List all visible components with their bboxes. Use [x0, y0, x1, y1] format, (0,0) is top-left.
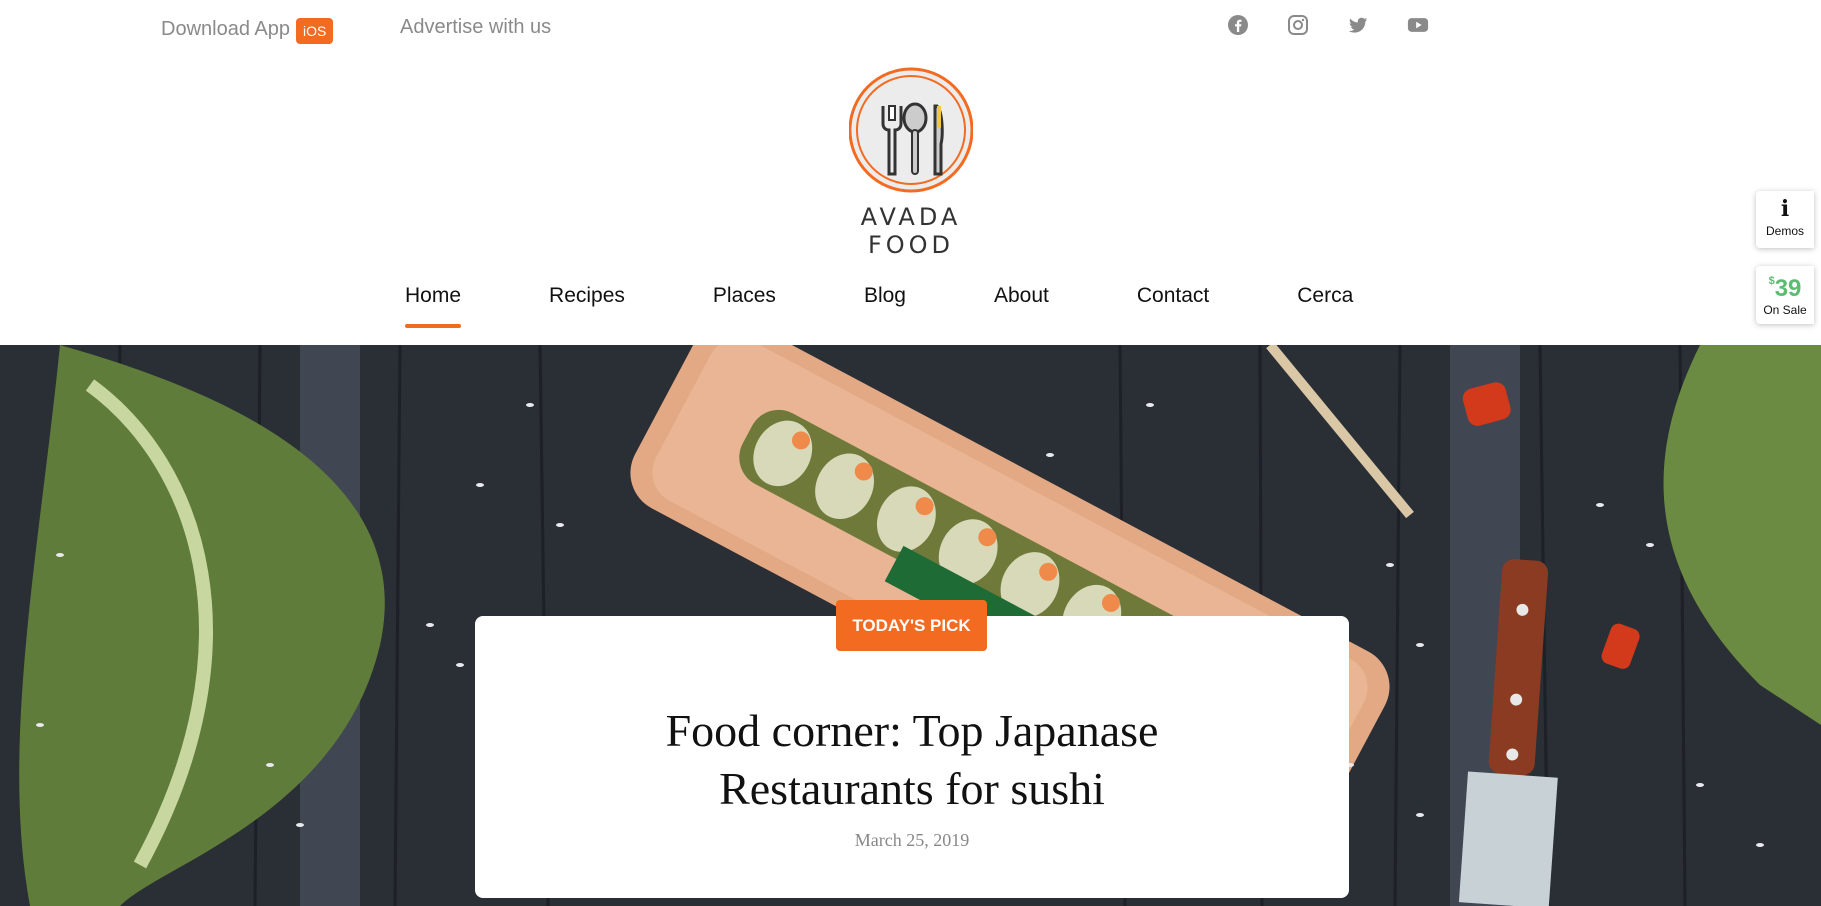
nav-item-about[interactable]: About: [994, 284, 1049, 328]
article-date: March 25, 2019: [854, 830, 970, 850]
youtube-icon[interactable]: [1407, 14, 1429, 36]
main-nav: Home Recipes Places Blog About Contact C…: [405, 284, 1353, 328]
price-value: 39: [1774, 275, 1802, 302]
site-logo[interactable]: AVADA FOOD: [821, 66, 1001, 259]
cutlery-logo-icon: [849, 67, 973, 193]
nav-item-home[interactable]: Home: [405, 284, 462, 328]
article-title-line-1[interactable]: Food corner: Top Japanase: [475, 702, 1349, 760]
featured-article-card[interactable]: Food corner: Top Japanase Restaurants fo…: [475, 616, 1349, 898]
twitter-icon[interactable]: [1347, 14, 1369, 36]
nav-item-recipes[interactable]: Recipes: [549, 284, 625, 328]
nav-item-places[interactable]: Places: [713, 284, 776, 328]
demos-button[interactable]: i Demos: [1756, 191, 1814, 248]
nav-item-cerca[interactable]: Cerca: [1297, 284, 1353, 328]
advertise-link[interactable]: Advertise with us: [400, 16, 551, 38]
todays-pick-badge[interactable]: TODAY'S PICK: [836, 600, 987, 651]
info-icon: i: [1780, 196, 1790, 222]
ios-badge[interactable]: iOS: [295, 18, 334, 44]
article-title[interactable]: Food corner: Top Japanase Restaurants fo…: [475, 702, 1349, 818]
top-bar: Download App iOS Advertise with us: [0, 0, 1821, 56]
nav-item-contact[interactable]: Contact: [1137, 284, 1209, 328]
demos-label: Demos: [1765, 224, 1804, 238]
on-sale-label: On Sale: [1763, 303, 1807, 317]
article-title-line-2[interactable]: Restaurants for sushi: [475, 760, 1349, 818]
instagram-icon[interactable]: [1287, 14, 1309, 36]
price-currency: $: [1768, 275, 1775, 287]
nav-item-blog[interactable]: Blog: [864, 284, 906, 328]
sale-price: $39: [1756, 270, 1814, 303]
social-links: [1227, 14, 1429, 36]
brand-name: AVADA FOOD: [860, 203, 962, 259]
facebook-icon[interactable]: [1227, 14, 1249, 36]
download-app-link[interactable]: Download App iOS: [161, 16, 334, 44]
download-app-label[interactable]: Download App: [161, 18, 290, 41]
on-sale-button[interactable]: $39 On Sale: [1756, 266, 1814, 324]
